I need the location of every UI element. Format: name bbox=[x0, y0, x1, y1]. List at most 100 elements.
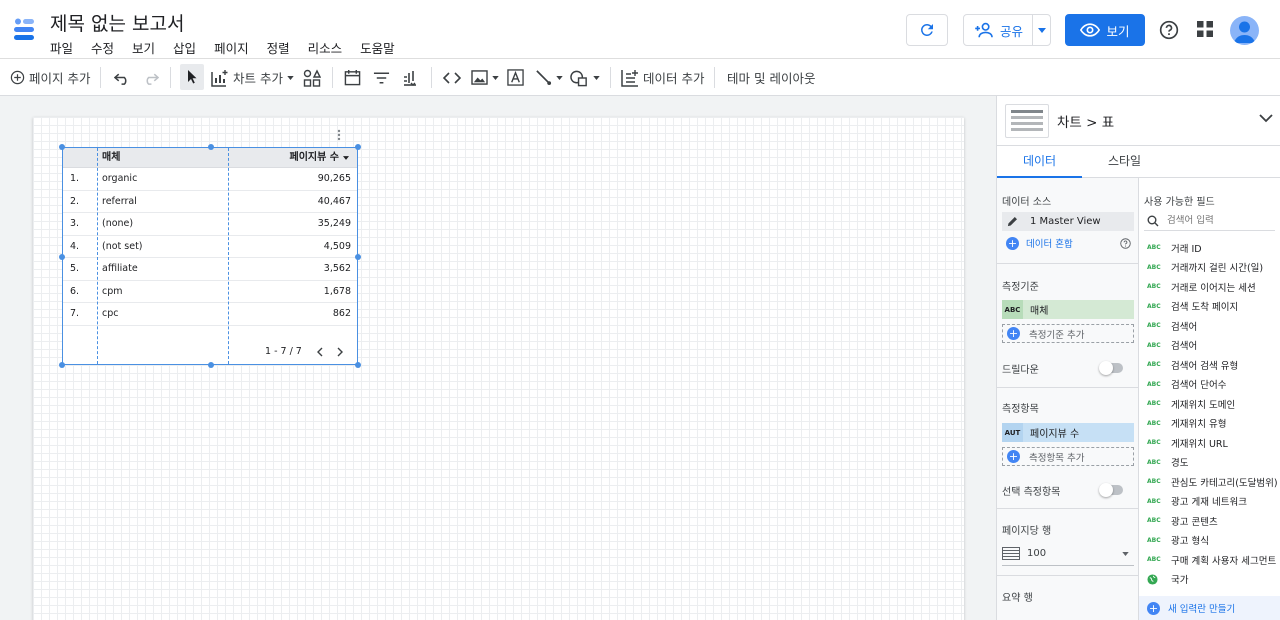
user-avatar[interactable] bbox=[1230, 16, 1259, 45]
share-dropdown[interactable] bbox=[1033, 27, 1050, 33]
field-item[interactable]: ABC 게재위치 도메인 bbox=[1147, 394, 1235, 414]
menu-resource[interactable]: 리소스 bbox=[308, 38, 351, 57]
row-index: 1. bbox=[70, 173, 80, 184]
tab-style[interactable]: 스타일 bbox=[1082, 146, 1167, 178]
dimension-chip[interactable]: ABC 매체 bbox=[1002, 300, 1134, 319]
optional-metric-toggle[interactable] bbox=[1099, 483, 1123, 497]
data-studio-logo-icon[interactable] bbox=[12, 16, 38, 42]
field-item[interactable]: ABC 게재위치 유형 bbox=[1147, 414, 1226, 434]
resize-handle[interactable] bbox=[355, 144, 361, 150]
create-field-button[interactable]: + 새 입력란 만들기 bbox=[1139, 596, 1280, 620]
column-guide bbox=[228, 148, 229, 364]
apps-grid-icon[interactable] bbox=[1197, 21, 1213, 37]
add-metric-button[interactable]: + 측정항목 추가 bbox=[1002, 447, 1134, 466]
field-item[interactable]: ABC 검색어 단어수 bbox=[1147, 375, 1226, 395]
data-control-button[interactable] bbox=[402, 59, 418, 96]
metric-header[interactable]: 페이지뷰 수 bbox=[290, 148, 339, 168]
resize-handle[interactable] bbox=[355, 254, 361, 260]
text-box-button[interactable] bbox=[507, 59, 524, 96]
menu-edit[interactable]: 수정 bbox=[91, 38, 122, 57]
shape-button[interactable] bbox=[570, 59, 600, 96]
menu-page[interactable]: 페이지 bbox=[214, 38, 257, 57]
tab-data[interactable]: 데이터 bbox=[997, 146, 1082, 178]
pencil-edit-icon[interactable] bbox=[1002, 216, 1023, 227]
undo-button[interactable] bbox=[114, 59, 131, 96]
row-index: 4. bbox=[70, 240, 80, 252]
help-icon[interactable] bbox=[1159, 20, 1179, 40]
table-chart[interactable]: 매체 페이지뷰 수 1. organic 90,265 2. referral … bbox=[59, 144, 361, 368]
field-name: 경도 bbox=[1171, 458, 1189, 470]
field-item[interactable]: ABC 검색 도착 페이지 bbox=[1147, 297, 1238, 317]
menu-arrange[interactable]: 정렬 bbox=[267, 38, 298, 57]
date-range-button[interactable] bbox=[344, 59, 361, 96]
widget-more-menu[interactable] bbox=[337, 129, 341, 141]
field-search[interactable] bbox=[1144, 211, 1275, 231]
field-item[interactable]: ABC 광고 게재 네트워크 bbox=[1147, 492, 1247, 512]
resize-handle[interactable] bbox=[59, 362, 65, 368]
metric-chip[interactable]: AUT 페이지뷰 수 bbox=[1002, 423, 1134, 442]
table-row[interactable]: 4. (not set) 4,509 bbox=[63, 236, 357, 258]
chevron-down-icon[interactable] bbox=[1259, 114, 1273, 123]
dimension-header[interactable]: 매체 bbox=[102, 148, 120, 168]
view-button[interactable]: 보기 bbox=[1065, 14, 1145, 46]
resize-handle[interactable] bbox=[59, 254, 65, 260]
resize-handle[interactable] bbox=[208, 362, 214, 368]
table-row[interactable]: 2. referral 40,467 bbox=[63, 191, 357, 213]
select-tool-button[interactable] bbox=[180, 64, 204, 90]
field-name: 검색어 bbox=[1171, 321, 1198, 333]
redo-button[interactable] bbox=[142, 59, 159, 96]
table-row[interactable]: 6. cpm 1,678 bbox=[63, 281, 357, 303]
field-item[interactable]: ABC 게재위치 URL bbox=[1147, 433, 1228, 453]
field-item[interactable]: ABC 거래까지 걸린 시간(일) bbox=[1147, 258, 1263, 278]
blend-data-button[interactable]: + 데이터 혼합 bbox=[1006, 236, 1073, 250]
add-page-button[interactable]: 페이지 추가 bbox=[10, 59, 90, 96]
add-control-button[interactable] bbox=[303, 59, 321, 96]
resize-handle[interactable] bbox=[355, 362, 361, 368]
image-button[interactable] bbox=[471, 59, 499, 96]
refresh-button[interactable] bbox=[906, 14, 948, 46]
menu-view[interactable]: 보기 bbox=[132, 38, 163, 57]
filter-control-button[interactable] bbox=[373, 59, 390, 96]
field-item[interactable]: ABC 광고 콘텐츠 bbox=[1147, 511, 1218, 531]
chevron-left-icon[interactable] bbox=[316, 347, 323, 357]
field-search-input[interactable] bbox=[1167, 215, 1267, 226]
embed-url-button[interactable] bbox=[443, 59, 461, 96]
resize-handle[interactable] bbox=[208, 144, 214, 150]
section-divider bbox=[997, 508, 1138, 509]
rows-per-page-select[interactable]: 100 bbox=[1002, 542, 1134, 566]
theme-layout-button[interactable]: 테마 및 레이아웃 bbox=[727, 59, 815, 96]
field-item[interactable]: ABC 거래로 이어지는 세션 bbox=[1147, 277, 1256, 297]
table-row[interactable]: 1. organic 90,265 bbox=[63, 168, 357, 191]
field-item[interactable]: ABC 관심도 카테고리(도달범위) bbox=[1147, 472, 1278, 492]
add-data-button[interactable]: 데이터 추가 bbox=[621, 59, 704, 96]
field-item[interactable]: ABC 경도 bbox=[1147, 453, 1188, 473]
help-circle-icon[interactable] bbox=[1120, 238, 1131, 249]
field-item[interactable]: ABC 거래 ID bbox=[1147, 238, 1202, 258]
field-item[interactable]: 국가 bbox=[1147, 570, 1188, 590]
sort-desc-icon[interactable] bbox=[343, 156, 349, 160]
menu-help[interactable]: 도움말 bbox=[360, 38, 403, 57]
data-source-chip[interactable]: 1 Master View bbox=[1002, 212, 1134, 231]
share-button[interactable]: 공유 bbox=[963, 14, 1051, 46]
menu-file[interactable]: 파일 bbox=[50, 38, 81, 57]
table-row[interactable]: 3. (none) 35,249 bbox=[63, 213, 357, 236]
chevron-right-icon[interactable] bbox=[337, 347, 344, 357]
report-title[interactable]: 제목 없는 보고서 bbox=[50, 9, 184, 36]
field-item[interactable]: ABC 검색어 bbox=[1147, 336, 1197, 356]
chart-type-label[interactable]: 차트 > 표 bbox=[1057, 111, 1114, 131]
menu-insert[interactable]: 삽입 bbox=[173, 38, 204, 57]
chart-type-thumbnail[interactable] bbox=[1005, 104, 1049, 138]
table-row[interactable]: 5. affiliate 3,562 bbox=[63, 258, 357, 281]
field-item[interactable]: ABC 검색어 bbox=[1147, 316, 1197, 336]
resize-handle[interactable] bbox=[59, 144, 65, 150]
drilldown-toggle[interactable] bbox=[1099, 361, 1123, 375]
field-item[interactable]: ABC 검색어 검색 유형 bbox=[1147, 355, 1238, 375]
line-button[interactable] bbox=[535, 59, 563, 96]
add-chart-button[interactable]: 차트 추가 bbox=[211, 59, 294, 96]
table-row[interactable]: 7. cpc 862 bbox=[63, 303, 357, 326]
report-page[interactable]: 매체 페이지뷰 수 1. organic 90,265 2. referral … bbox=[33, 117, 964, 620]
field-item[interactable]: ABC 광고 형식 bbox=[1147, 531, 1209, 551]
add-page-label: 페이지 추가 bbox=[29, 71, 91, 86]
add-dimension-button[interactable]: + 측정기준 추가 bbox=[1002, 324, 1134, 343]
field-item[interactable]: ABC 구매 계획 사용자 세그먼트 bbox=[1147, 550, 1276, 570]
